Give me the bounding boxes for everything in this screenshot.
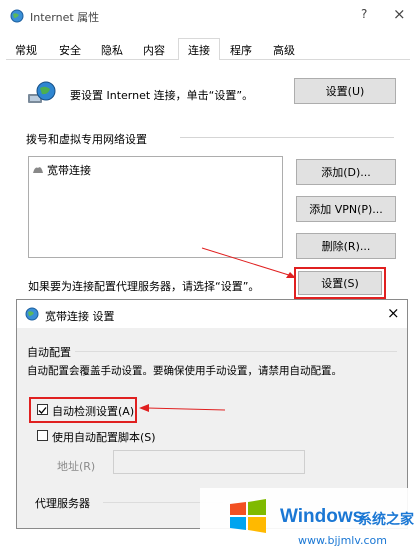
dialup-divider — [180, 137, 394, 138]
add-vpn-button[interactable]: 添加 VPN(P)... — [296, 196, 396, 222]
auto-config-divider — [75, 351, 397, 352]
tab-privacy[interactable]: 隐私 — [94, 40, 130, 60]
auto-script-checkbox[interactable] — [37, 430, 48, 441]
help-button[interactable]: ? — [361, 7, 367, 21]
auto-config-description: 自动配置会覆盖手动设置。要确保使用手动设置，请禁用自动配置。 — [27, 365, 342, 377]
add-button[interactable]: 添加(D)... — [296, 159, 396, 185]
watermark-url: www.bjjmlv.com — [298, 534, 387, 547]
network-globe-icon — [26, 80, 58, 106]
tab-security[interactable]: 安全 — [52, 40, 88, 60]
address-label: 地址(R) — [57, 460, 96, 473]
watermark-brand: Windows — [280, 506, 364, 527]
tab-connections[interactable]: 连接 — [178, 38, 220, 60]
tab-general[interactable]: 常规 — [8, 40, 44, 60]
windows-logo-icon — [226, 496, 270, 536]
annotation-arrow-top — [201, 247, 296, 278]
auto-config-heading: 自动配置 — [27, 346, 71, 359]
list-item[interactable]: 宽带连接 — [32, 162, 91, 178]
connection-list[interactable]: 宽带连接 — [28, 156, 283, 258]
tab-advanced[interactable]: 高级 — [266, 40, 302, 60]
window-title: Internet 属性 — [30, 11, 100, 24]
dialog-globe-icon — [25, 307, 39, 321]
close-button[interactable]: × — [393, 5, 406, 23]
auto-script-label[interactable]: 使用自动配置脚本(S) — [52, 429, 156, 445]
checkmark-icon — [38, 407, 47, 414]
proxy-server-heading: 代理服务器 — [35, 497, 90, 510]
broadband-icon — [32, 165, 44, 175]
tab-content[interactable]: 内容 — [136, 40, 172, 60]
watermark-brand-cn: 系统之家 — [358, 512, 414, 528]
address-field — [113, 450, 305, 474]
setup-instruction: 要设置 Internet 连接，单击“设置”。 — [70, 89, 254, 102]
annotation-arrow-bottom — [139, 404, 226, 412]
tab-programs[interactable]: 程序 — [223, 40, 259, 60]
dialog-title-bar: 宽带连接 设置 × — [17, 300, 407, 328]
watermark: Windows 系统之家 www.bjjmlv.com — [200, 488, 416, 552]
auto-detect-label[interactable]: 自动检测设置(A) — [52, 403, 134, 419]
list-item-label: 宽带连接 — [47, 164, 91, 177]
internet-globe-icon — [10, 9, 24, 23]
setup-button[interactable]: 设置(U) — [294, 78, 396, 104]
auto-detect-checkbox[interactable] — [37, 404, 48, 415]
dialog-title: 宽带连接 设置 — [45, 310, 115, 323]
delete-button[interactable]: 删除(R)... — [296, 233, 396, 259]
settings-button[interactable]: 设置(S) — [298, 271, 382, 295]
title-bar: Internet 属性 ? × — [0, 0, 416, 32]
dialog-close-button[interactable]: × — [387, 304, 400, 322]
dialup-heading: 拨号和虚拟专用网络设置 — [26, 133, 147, 146]
